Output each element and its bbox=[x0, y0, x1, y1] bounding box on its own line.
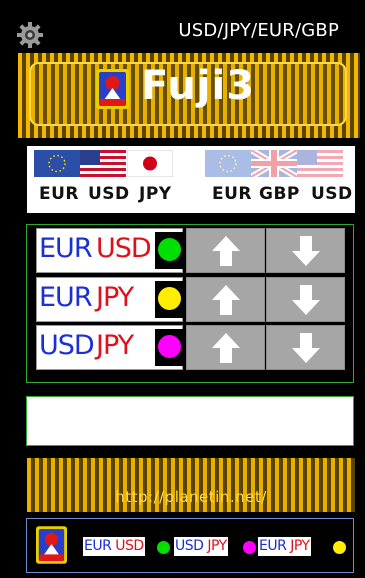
status-field[interactable] bbox=[26, 396, 354, 446]
footer-pair-base: USD bbox=[175, 538, 204, 554]
pair-label: USD JPY bbox=[36, 325, 183, 370]
uk-flag-faded-icon bbox=[251, 150, 297, 177]
pair-row: USD JPY bbox=[36, 325, 345, 370]
eu-flag-faded-icon bbox=[205, 150, 251, 177]
pair-base: EUR bbox=[39, 282, 93, 313]
indicator-dot-yellow bbox=[158, 287, 181, 310]
currency-pairs-panel: EUR USD EUR JPY USD JPY bbox=[26, 224, 354, 383]
eu-flag-icon bbox=[34, 150, 80, 177]
down-button[interactable] bbox=[266, 277, 345, 322]
footer-pair-1: EUR USD bbox=[83, 537, 145, 556]
arrow-up-icon bbox=[212, 285, 240, 315]
footer-dot-green bbox=[157, 541, 170, 554]
arrow-down-icon bbox=[292, 285, 320, 315]
pair-label: EUR JPY bbox=[36, 277, 183, 322]
up-button[interactable] bbox=[186, 228, 265, 273]
pair-quote: JPY bbox=[96, 282, 134, 313]
pair-base: EUR bbox=[39, 233, 93, 264]
footer-pair-quote: JPY bbox=[207, 538, 227, 554]
indicator-dot-green bbox=[158, 238, 181, 261]
pair-base: USD bbox=[39, 330, 95, 361]
app-title: USD/JPY/EUR/GBP bbox=[178, 20, 339, 41]
pair-quote: USD bbox=[96, 233, 152, 264]
pair-quote: JPY bbox=[96, 330, 134, 361]
footer-dot-yellow bbox=[333, 541, 346, 554]
set1-label-1: EUR bbox=[39, 184, 80, 204]
footer-pair-quote: JPY bbox=[290, 538, 310, 554]
us-flag-faded-icon bbox=[297, 150, 343, 177]
set1-label-2: USD bbox=[88, 184, 130, 204]
pair-row: EUR USD bbox=[36, 228, 345, 273]
brand-name: Fuji3 bbox=[141, 63, 256, 109]
set2-label-3: USD bbox=[311, 184, 353, 204]
set2-label-1: EUR bbox=[212, 184, 253, 204]
gear-icon[interactable] bbox=[17, 22, 43, 48]
fuji3-logo-icon bbox=[96, 69, 129, 109]
pair-label: EUR USD bbox=[36, 228, 183, 273]
down-button[interactable] bbox=[266, 228, 345, 273]
planetin-link[interactable]: http://planetin.net/ bbox=[27, 488, 355, 506]
footer-bar: EUR USD USD JPY EUR JPY bbox=[26, 518, 354, 573]
fuji3-logo-icon bbox=[36, 526, 67, 564]
arrow-up-icon bbox=[212, 333, 240, 363]
us-flag-icon bbox=[80, 150, 126, 177]
footer-dot-magenta bbox=[243, 541, 256, 554]
japan-flag-icon bbox=[127, 150, 173, 177]
up-button[interactable] bbox=[186, 277, 265, 322]
set1-label-3: JPY bbox=[139, 184, 172, 204]
set2-label-2: GBP bbox=[259, 184, 300, 204]
up-button[interactable] bbox=[186, 325, 265, 370]
arrow-up-icon bbox=[212, 236, 240, 266]
link-banner[interactable]: http://planetin.net/ bbox=[27, 458, 355, 512]
currency-sets-panel[interactable]: EUR USD JPY EUR GBP USD bbox=[27, 146, 355, 213]
indicator-dot-magenta bbox=[158, 335, 181, 358]
pair-row: EUR JPY bbox=[36, 277, 345, 322]
footer-pair-2: USD JPY bbox=[174, 537, 228, 556]
footer-pair-quote: USD bbox=[115, 538, 144, 554]
arrow-down-icon bbox=[292, 333, 320, 363]
footer-pair-3: EUR JPY bbox=[258, 537, 311, 556]
footer-pair-base: EUR bbox=[84, 538, 112, 554]
arrow-down-icon bbox=[292, 236, 320, 266]
brand-banner: Fuji3 bbox=[18, 53, 360, 138]
footer-pair-base: EUR bbox=[259, 538, 287, 554]
down-button[interactable] bbox=[266, 325, 345, 370]
